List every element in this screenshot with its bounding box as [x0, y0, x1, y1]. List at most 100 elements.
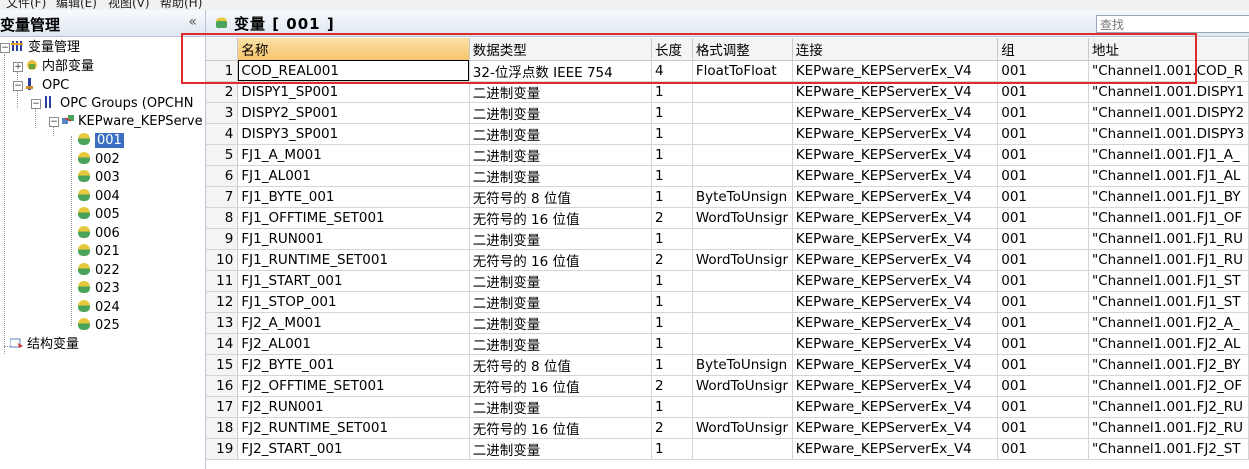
- length-cell[interactable]: 4: [651, 60, 693, 82]
- length-cell[interactable]: 1: [651, 186, 693, 208]
- column-header-length[interactable]: 长度: [651, 38, 693, 61]
- group-cell[interactable]: 001: [997, 249, 1090, 271]
- group-cell[interactable]: 001: [997, 102, 1090, 124]
- row-number-cell[interactable]: 17: [206, 396, 239, 418]
- row-number-cell[interactable]: 8: [206, 207, 239, 229]
- menu-help[interactable]: 帮助(H): [160, 0, 202, 10]
- data-type-cell[interactable]: 32-位浮点数 IEEE 754: [469, 60, 653, 82]
- group-cell[interactable]: 001: [997, 186, 1090, 208]
- connection-cell[interactable]: KEPware_KEPServerEx_V4: [792, 375, 999, 397]
- data-type-cell[interactable]: 二进制变量: [469, 270, 653, 292]
- format-adjust-cell[interactable]: ByteToUnsign: [692, 186, 793, 208]
- format-adjust-cell[interactable]: [692, 165, 793, 187]
- connection-cell[interactable]: KEPware_KEPServerEx_V4: [792, 186, 999, 208]
- address-cell[interactable]: "Channel1.001.DISPY2: [1088, 102, 1249, 124]
- data-type-cell[interactable]: 二进制变量: [469, 102, 653, 124]
- address-cell[interactable]: "Channel1.001.FJ2_RU: [1088, 417, 1249, 439]
- group-cell[interactable]: 001: [997, 123, 1090, 145]
- format-adjust-cell[interactable]: [692, 81, 793, 103]
- group-cell[interactable]: 001: [997, 144, 1090, 166]
- column-header-group[interactable]: 组: [997, 38, 1090, 61]
- address-cell[interactable]: "Channel1.001.FJ1_ST: [1088, 270, 1249, 292]
- row-number-cell[interactable]: 9: [206, 228, 239, 250]
- table-row[interactable]: 15 FJ2_BYTE_001 无符号的 8 位值 1 ByteToUnsign KEPw…: [206, 354, 1249, 376]
- format-adjust-cell[interactable]: [692, 291, 793, 313]
- row-number-cell[interactable]: 14: [206, 333, 239, 355]
- data-type-cell[interactable]: 二进制变量: [469, 165, 653, 187]
- connection-cell[interactable]: KEPware_KEPServerEx_V4: [792, 354, 999, 376]
- length-cell[interactable]: 1: [651, 123, 693, 145]
- connection-cell[interactable]: KEPware_KEPServerEx_V4: [792, 165, 999, 187]
- length-cell[interactable]: 1: [651, 438, 693, 460]
- variable-name-cell[interactable]: FJ2_RUNTIME_SET001: [237, 417, 470, 439]
- row-number-cell[interactable]: 15: [206, 354, 239, 376]
- format-adjust-cell[interactable]: [692, 396, 793, 418]
- table-row[interactable]: 16 FJ2_OFFTIME_SET001 无符号的 16 位值 2 WordToUns…: [206, 375, 1249, 397]
- group-cell[interactable]: 001: [997, 207, 1090, 229]
- row-number-cell[interactable]: 13: [206, 312, 239, 334]
- row-number-cell[interactable]: 5: [206, 144, 239, 166]
- tree-group-001[interactable]: 001: [78, 132, 124, 150]
- row-number-cell[interactable]: 16: [206, 375, 239, 397]
- length-cell[interactable]: 2: [651, 375, 693, 397]
- table-row[interactable]: 3 DISPY2_SP001 二进制变量 1 KEPware_KEPServerEx_V…: [206, 102, 1249, 124]
- collapse-toggle[interactable]: −: [0, 43, 10, 53]
- variable-name-cell[interactable]: COD_REAL001: [237, 60, 470, 82]
- length-cell[interactable]: 1: [651, 144, 693, 166]
- length-cell[interactable]: 1: [651, 291, 693, 313]
- data-type-cell[interactable]: 无符号的 8 位值: [469, 186, 653, 208]
- group-cell[interactable]: 001: [997, 291, 1090, 313]
- format-adjust-cell[interactable]: WordToUnsigr: [692, 417, 793, 439]
- menu-view[interactable]: 视图(V): [108, 0, 150, 10]
- address-cell[interactable]: "Channel1.001.FJ1_BY: [1088, 186, 1249, 208]
- connection-cell[interactable]: KEPware_KEPServerEx_V4: [792, 333, 999, 355]
- variable-name-cell[interactable]: FJ1_RUNTIME_SET001: [237, 249, 470, 271]
- row-number-cell[interactable]: 6: [206, 165, 239, 187]
- address-cell[interactable]: "Channel1.001.DISPY1: [1088, 81, 1249, 103]
- length-cell[interactable]: 2: [651, 417, 693, 439]
- connection-cell[interactable]: KEPware_KEPServerEx_V4: [792, 291, 999, 313]
- connection-cell[interactable]: KEPware_KEPServerEx_V4: [792, 249, 999, 271]
- row-number-cell[interactable]: 3: [206, 102, 239, 124]
- row-number-cell[interactable]: 4: [206, 123, 239, 145]
- table-row[interactable]: 11 FJ1_START_001 二进制变量 1 KEPware_KEPServerEx…: [206, 270, 1249, 292]
- data-type-cell[interactable]: 二进制变量: [469, 123, 653, 145]
- table-row[interactable]: 4 DISPY3_SP001 二进制变量 1 KEPware_KEPServerEx_V…: [206, 123, 1249, 145]
- variable-name-cell[interactable]: FJ1_BYTE_001: [237, 186, 470, 208]
- connection-cell[interactable]: KEPware_KEPServerEx_V4: [792, 396, 999, 418]
- table-row[interactable]: 7 FJ1_BYTE_001 无符号的 8 位值 1 ByteToUnsign KEPwa…: [206, 186, 1249, 208]
- length-cell[interactable]: 1: [651, 312, 693, 334]
- tree-group-024[interactable]: 024: [78, 299, 120, 317]
- row-number-cell[interactable]: 19: [206, 438, 239, 460]
- data-type-cell[interactable]: 二进制变量: [469, 396, 653, 418]
- connection-cell[interactable]: KEPware_KEPServerEx_V4: [792, 144, 999, 166]
- search-input[interactable]: 查找: [1096, 15, 1249, 33]
- group-cell[interactable]: 001: [997, 165, 1090, 187]
- table-row[interactable]: 6 FJ1_AL001 二进制变量 1 KEPware_KEPServerEx_V4 00…: [206, 165, 1249, 187]
- length-cell[interactable]: 1: [651, 396, 693, 418]
- address-cell[interactable]: "Channel1.001.FJ2_A_: [1088, 312, 1249, 334]
- format-adjust-cell[interactable]: WordToUnsigr: [692, 249, 793, 271]
- variable-name-cell[interactable]: FJ2_START_001: [237, 438, 470, 460]
- connection-cell[interactable]: KEPware_KEPServerEx_V4: [792, 312, 999, 334]
- row-number-cell[interactable]: 1: [206, 60, 239, 82]
- data-type-cell[interactable]: 无符号的 16 位值: [469, 375, 653, 397]
- table-row[interactable]: 1 COD_REAL001 32-位浮点数 IEEE 754 4 FloatToFloa…: [206, 60, 1249, 82]
- connection-cell[interactable]: KEPware_KEPServerEx_V4: [792, 102, 999, 124]
- variable-name-cell[interactable]: FJ1_AL001: [237, 165, 470, 187]
- tree-group-003[interactable]: 003: [78, 169, 120, 187]
- variable-name-cell[interactable]: FJ1_RUN001: [237, 228, 470, 250]
- menu-file[interactable]: 文件(F): [6, 0, 46, 10]
- data-type-cell[interactable]: 无符号的 8 位值: [469, 354, 653, 376]
- address-cell[interactable]: "Channel1.001.FJ1_AL: [1088, 165, 1249, 187]
- collapse-toggle[interactable]: −: [13, 81, 23, 91]
- data-type-cell[interactable]: 二进制变量: [469, 228, 653, 250]
- format-adjust-cell[interactable]: ByteToUnsign: [692, 354, 793, 376]
- collapse-toggle[interactable]: −: [31, 99, 41, 109]
- format-adjust-cell[interactable]: [692, 270, 793, 292]
- address-cell[interactable]: "Channel1.001.FJ2_RU: [1088, 396, 1249, 418]
- variable-name-cell[interactable]: FJ2_A_M001: [237, 312, 470, 334]
- length-cell[interactable]: 1: [651, 165, 693, 187]
- address-cell[interactable]: "Channel1.001.DISPY3: [1088, 123, 1249, 145]
- connection-cell[interactable]: KEPware_KEPServerEx_V4: [792, 270, 999, 292]
